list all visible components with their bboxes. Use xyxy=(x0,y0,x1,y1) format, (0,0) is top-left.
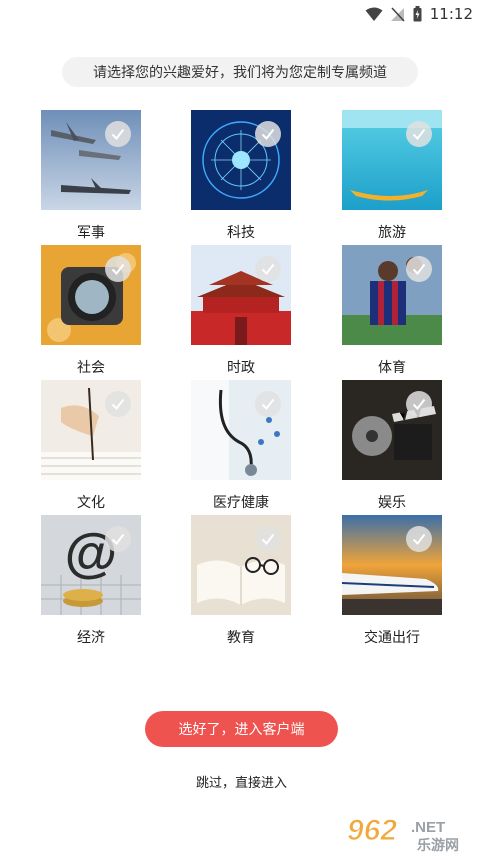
category-tile-education[interactable]: 教育 xyxy=(191,515,291,647)
category-label: 旅游 xyxy=(378,225,406,241)
check-icon xyxy=(105,121,131,147)
category-tile-politics[interactable]: 时政 xyxy=(191,245,291,377)
economy-image: @ xyxy=(41,515,141,615)
check-icon xyxy=(255,121,281,147)
check-icon xyxy=(255,256,281,282)
technology-image xyxy=(191,110,291,210)
politics-image xyxy=(191,245,291,345)
wifi-icon xyxy=(365,7,383,22)
check-icon xyxy=(406,391,432,417)
watermark-tld: .NET xyxy=(411,819,445,836)
entertainment-image xyxy=(342,380,442,480)
battery-icon xyxy=(413,6,422,22)
education-image xyxy=(191,515,291,615)
category-tile-military[interactable]: 军事 xyxy=(41,110,141,242)
watermark-number: 962 xyxy=(347,814,397,847)
category-tile-society[interactable]: 社会 xyxy=(41,245,141,377)
category-tile-technology[interactable]: 科技 xyxy=(191,110,291,242)
category-tile-transportation[interactable]: 交通出行 xyxy=(342,515,442,647)
category-tile-sports[interactable]: 体育 xyxy=(342,245,442,377)
military-image xyxy=(41,110,141,210)
healthcare-image xyxy=(191,380,291,480)
culture-image xyxy=(41,380,141,480)
category-label: 医疗健康 xyxy=(213,495,269,511)
check-icon xyxy=(105,391,131,417)
category-label: 科技 xyxy=(227,225,255,241)
check-icon xyxy=(406,256,432,282)
check-icon xyxy=(255,526,281,552)
check-icon xyxy=(105,526,131,552)
check-icon xyxy=(406,121,432,147)
transportation-image xyxy=(342,515,442,615)
category-tile-entertainment[interactable]: 娱乐 xyxy=(342,380,442,512)
sports-image xyxy=(342,245,442,345)
status-bar: 11:12 xyxy=(0,0,483,28)
category-tile-travel[interactable]: 旅游 xyxy=(342,110,442,242)
interest-prompt: 请选择您的兴趣爱好，我们将为您定制专属频道 xyxy=(62,57,418,87)
category-tile-healthcare[interactable]: 医疗健康 xyxy=(191,380,291,512)
check-icon xyxy=(255,391,281,417)
category-label: 军事 xyxy=(77,225,105,241)
category-tile-culture[interactable]: 文化 xyxy=(41,380,141,512)
site-watermark: 962 .NET 乐游网 xyxy=(345,810,471,855)
travel-image xyxy=(342,110,442,210)
category-label: 教育 xyxy=(227,630,255,646)
check-icon xyxy=(406,526,432,552)
category-label: 娱乐 xyxy=(378,495,406,511)
category-label: 体育 xyxy=(378,360,406,376)
enter-client-button[interactable]: 选好了，进入客户端 xyxy=(145,711,338,747)
status-time: 11:12 xyxy=(429,5,473,23)
category-label: 经济 xyxy=(77,630,105,646)
category-label: 文化 xyxy=(77,495,105,511)
skip-link[interactable]: 跳过，直接进入 xyxy=(0,772,483,791)
check-icon xyxy=(105,256,131,282)
category-tile-economy[interactable]: @ 经济 xyxy=(41,515,141,647)
category-label: 社会 xyxy=(77,360,105,376)
watermark-cn: 乐游网 xyxy=(417,837,459,854)
no-signal-icon xyxy=(390,6,405,22)
category-label: 交通出行 xyxy=(364,630,420,646)
category-label: 时政 xyxy=(227,360,255,376)
society-image xyxy=(41,245,141,345)
